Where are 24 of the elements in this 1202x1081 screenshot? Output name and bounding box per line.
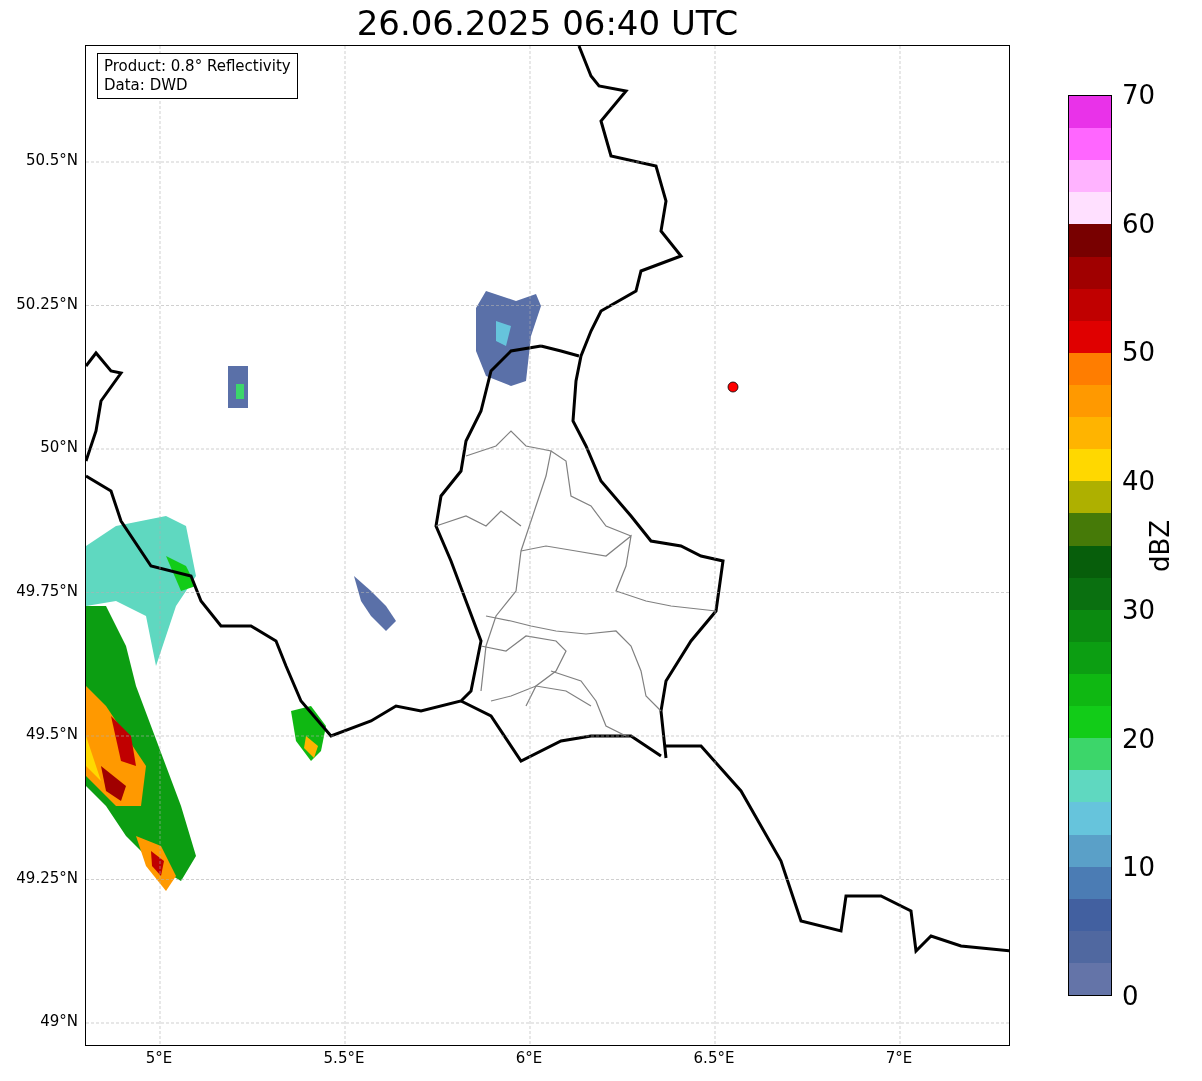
latitude-label: 49.5°N	[25, 727, 78, 742]
colorbar-tick-label: 50	[1122, 339, 1156, 366]
longitude-label: 5.5°E	[323, 1051, 365, 1066]
longitude-label: 6°E	[515, 1051, 543, 1066]
latitude-label: 49°N	[40, 1014, 78, 1029]
colorbar-tick-label: 10	[1122, 854, 1156, 881]
latitude-label: 50.5°N	[25, 153, 78, 168]
longitude-label: 5°E	[145, 1051, 173, 1066]
info-text: Data: DWD	[104, 76, 189, 95]
colorbar-label: dBZ	[1147, 519, 1173, 572]
chart-title: 26.06.2025 06:40 UTC	[356, 5, 739, 40]
colorbar-tick-label: 30	[1122, 596, 1156, 623]
latitude-label: 50.25°N	[16, 296, 78, 312]
colorbar-tick-label: 70	[1122, 82, 1156, 108]
latitude-label: 49.75°N	[16, 583, 78, 599]
colorbar-tick-label: 60	[1122, 210, 1156, 237]
longitude-label: 6.5°E	[693, 1051, 735, 1066]
longitude-label: 7°E	[885, 1051, 913, 1066]
colorbar-tick-label: 40	[1122, 468, 1156, 495]
info-text: Product: 0.8° Reflectivity	[104, 57, 291, 76]
colorbar-tick-label: 20	[1122, 725, 1156, 752]
colorbar-tick-label: 0	[1122, 983, 1139, 1009]
latitude-label: 49.25°N	[16, 870, 78, 886]
latitude-label: 50°N	[40, 440, 78, 455]
